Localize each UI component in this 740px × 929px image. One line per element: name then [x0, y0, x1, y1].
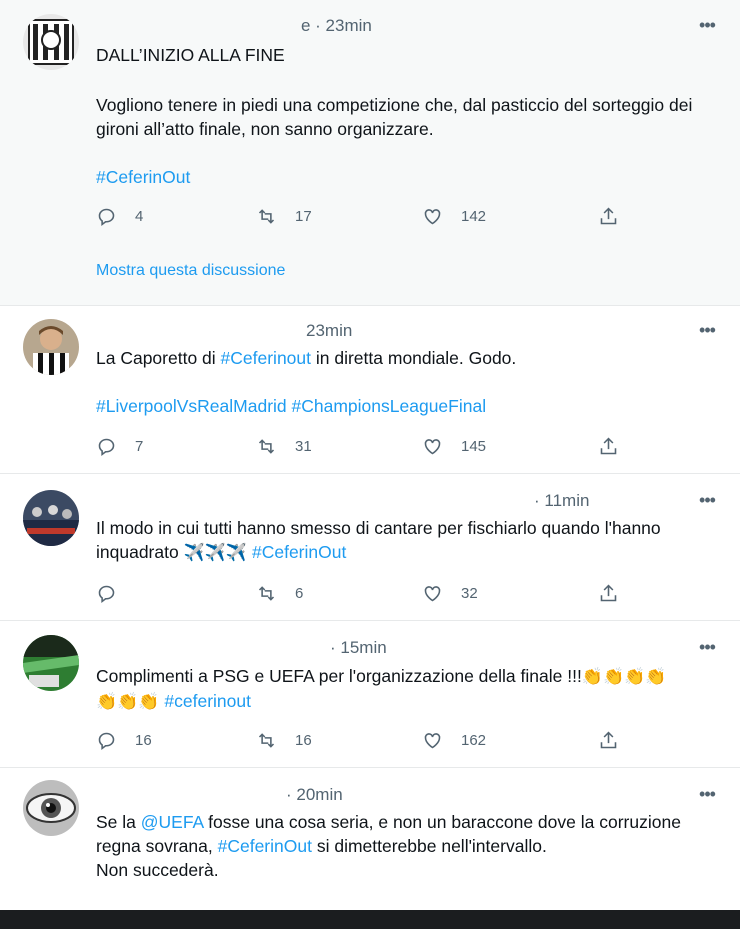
tweet-1[interactable]: e · 23min ••• DALL’INIZIO ALLA FINE Vogl…: [0, 0, 740, 306]
like-button[interactable]: 162: [422, 727, 486, 753]
retweet-button[interactable]: 31: [256, 433, 312, 459]
retweet-button[interactable]: 17: [256, 203, 312, 229]
avatar[interactable]: [23, 780, 79, 836]
tweet-actions: 7 31 145: [96, 433, 636, 459]
tweet-text-part: si dimetterebbe nell'intervallo.: [311, 836, 547, 856]
reply-button[interactable]: 16: [96, 727, 152, 753]
clapping-emoji: 👏👏👏: [96, 692, 160, 711]
like-button[interactable]: 142: [422, 203, 486, 229]
share-button[interactable]: [598, 203, 619, 229]
redacted-name: [96, 20, 301, 34]
bottom-bar: [0, 910, 740, 929]
reply-count: 7: [135, 437, 144, 455]
share-button[interactable]: [598, 580, 619, 606]
tweet-text: Il modo in cui tutti hanno smesso di can…: [96, 516, 710, 565]
tweet-5[interactable]: · 20min ••• Se la @UEFA fosse una cosa s…: [0, 768, 740, 910]
heart-icon: [424, 585, 441, 601]
share-icon: [600, 731, 617, 748]
tweet-text: Se la @UEFA fosse una cosa seria, e non …: [96, 810, 710, 882]
like-button[interactable]: 145: [422, 433, 486, 459]
reply-button[interactable]: 4: [96, 203, 143, 229]
retweet-icon: [258, 438, 275, 454]
reply-icon: [98, 208, 115, 226]
tweet-time[interactable]: · 15min: [330, 638, 387, 657]
tweet-text: DALL’INIZIO ALLA FINE Vogliono tenere in…: [96, 43, 710, 189]
tweet-text-part: Se la: [96, 812, 141, 832]
retweet-count: 16: [295, 731, 312, 749]
like-count: 162: [461, 731, 487, 749]
avatar[interactable]: [23, 319, 79, 375]
show-thread-link[interactable]: Mostra questa discussione: [96, 262, 285, 280]
retweet-button[interactable]: 16: [256, 727, 312, 753]
mention-link[interactable]: @UEFA: [141, 812, 204, 832]
more-horizontal-icon[interactable]: •••: [696, 636, 718, 658]
tweet-body: Il modo in cui tutti hanno smesso di can…: [96, 518, 661, 562]
reply-button[interactable]: [96, 580, 135, 606]
tweet-text: Complimenti a PSG e UEFA per l'organizza…: [96, 664, 710, 714]
tweet-text-part: in diretta mondiale. Godo.: [311, 348, 517, 368]
like-button[interactable]: 32: [422, 580, 478, 606]
avatar[interactable]: [23, 490, 79, 546]
tweet-3[interactable]: · 11min ••• Il modo in cui tutti hanno s…: [0, 474, 740, 621]
reply-button[interactable]: 7: [96, 433, 143, 459]
share-icon: [600, 437, 617, 454]
airplane-emoji: ✈️✈️✈️: [183, 543, 248, 562]
tweet-time[interactable]: e · 23min: [301, 16, 372, 35]
retweet-icon: [258, 732, 275, 748]
heart-icon: [424, 732, 441, 748]
hashtag-link[interactable]: #CeferinOut: [96, 165, 710, 189]
heart-icon: [424, 438, 441, 454]
tweet-header: · 15min: [330, 638, 387, 658]
reply-icon: [98, 438, 115, 456]
more-horizontal-icon[interactable]: •••: [696, 489, 718, 511]
tweet-header: · 11min: [534, 491, 589, 511]
reply-count: 16: [135, 731, 152, 749]
hashtag-link[interactable]: #LiverpoolVsRealMadrid #ChampionsLeagueF…: [96, 394, 710, 418]
tweet-text-part: Non succederà.: [96, 860, 219, 880]
tweet-title-line: DALL’INIZIO ALLA FINE: [96, 45, 285, 65]
avatar[interactable]: [23, 635, 79, 691]
tweet-time[interactable]: 23min: [306, 321, 352, 340]
tweet-time[interactable]: · 11min: [534, 491, 589, 510]
hashtag-link[interactable]: #CeferinOut: [218, 836, 312, 856]
tweet-actions: 16 16 162: [96, 727, 636, 753]
retweet-count: 6: [295, 584, 304, 602]
share-button[interactable]: [598, 433, 619, 459]
reply-count: 4: [135, 207, 144, 225]
share-icon: [600, 584, 617, 601]
like-count: 145: [461, 437, 487, 455]
more-horizontal-icon[interactable]: •••: [696, 319, 718, 341]
tweet-body: Complimenti a PSG e UEFA per l'organizza…: [96, 666, 582, 686]
reply-icon: [98, 585, 115, 603]
tweet-actions: 4 17 142: [96, 203, 636, 229]
tweet-text: La Caporetto di #Ceferinout in diretta m…: [96, 346, 710, 418]
tweet-2[interactable]: 23min ••• La Caporetto di #Ceferinout in…: [0, 306, 740, 474]
clapping-emoji: 👏👏👏👏: [581, 667, 667, 686]
tweet-4[interactable]: · 15min ••• Complimenti a PSG e UEFA per…: [0, 621, 740, 768]
retweet-count: 31: [295, 437, 312, 455]
tweet-header: e · 23min: [96, 16, 372, 36]
hashtag-link[interactable]: #CeferinOut: [252, 542, 346, 562]
heart-icon: [424, 208, 441, 224]
avatar[interactable]: [23, 14, 79, 70]
like-count: 142: [461, 207, 487, 225]
retweet-icon: [258, 585, 275, 601]
tweet-time[interactable]: · 20min: [286, 785, 343, 804]
tweet-actions: 6 32: [96, 580, 636, 606]
retweet-button[interactable]: 6: [256, 580, 303, 606]
retweet-icon: [258, 208, 275, 224]
tweet-text-part: La Caporetto di: [96, 348, 221, 368]
share-button[interactable]: [598, 727, 619, 753]
like-count: 32: [461, 584, 478, 602]
more-horizontal-icon[interactable]: •••: [696, 14, 718, 36]
hashtag-link[interactable]: #Ceferinout: [221, 348, 311, 368]
hashtag-link[interactable]: #ceferinout: [164, 691, 251, 711]
tweet-header: · 20min: [286, 785, 343, 805]
retweet-count: 17: [295, 207, 312, 225]
tweet-body: Vogliono tenere in piedi una competizion…: [96, 95, 693, 139]
tweet-header: 23min: [306, 321, 352, 341]
more-horizontal-icon[interactable]: •••: [696, 783, 718, 805]
reply-icon: [98, 732, 115, 750]
share-icon: [600, 207, 617, 224]
